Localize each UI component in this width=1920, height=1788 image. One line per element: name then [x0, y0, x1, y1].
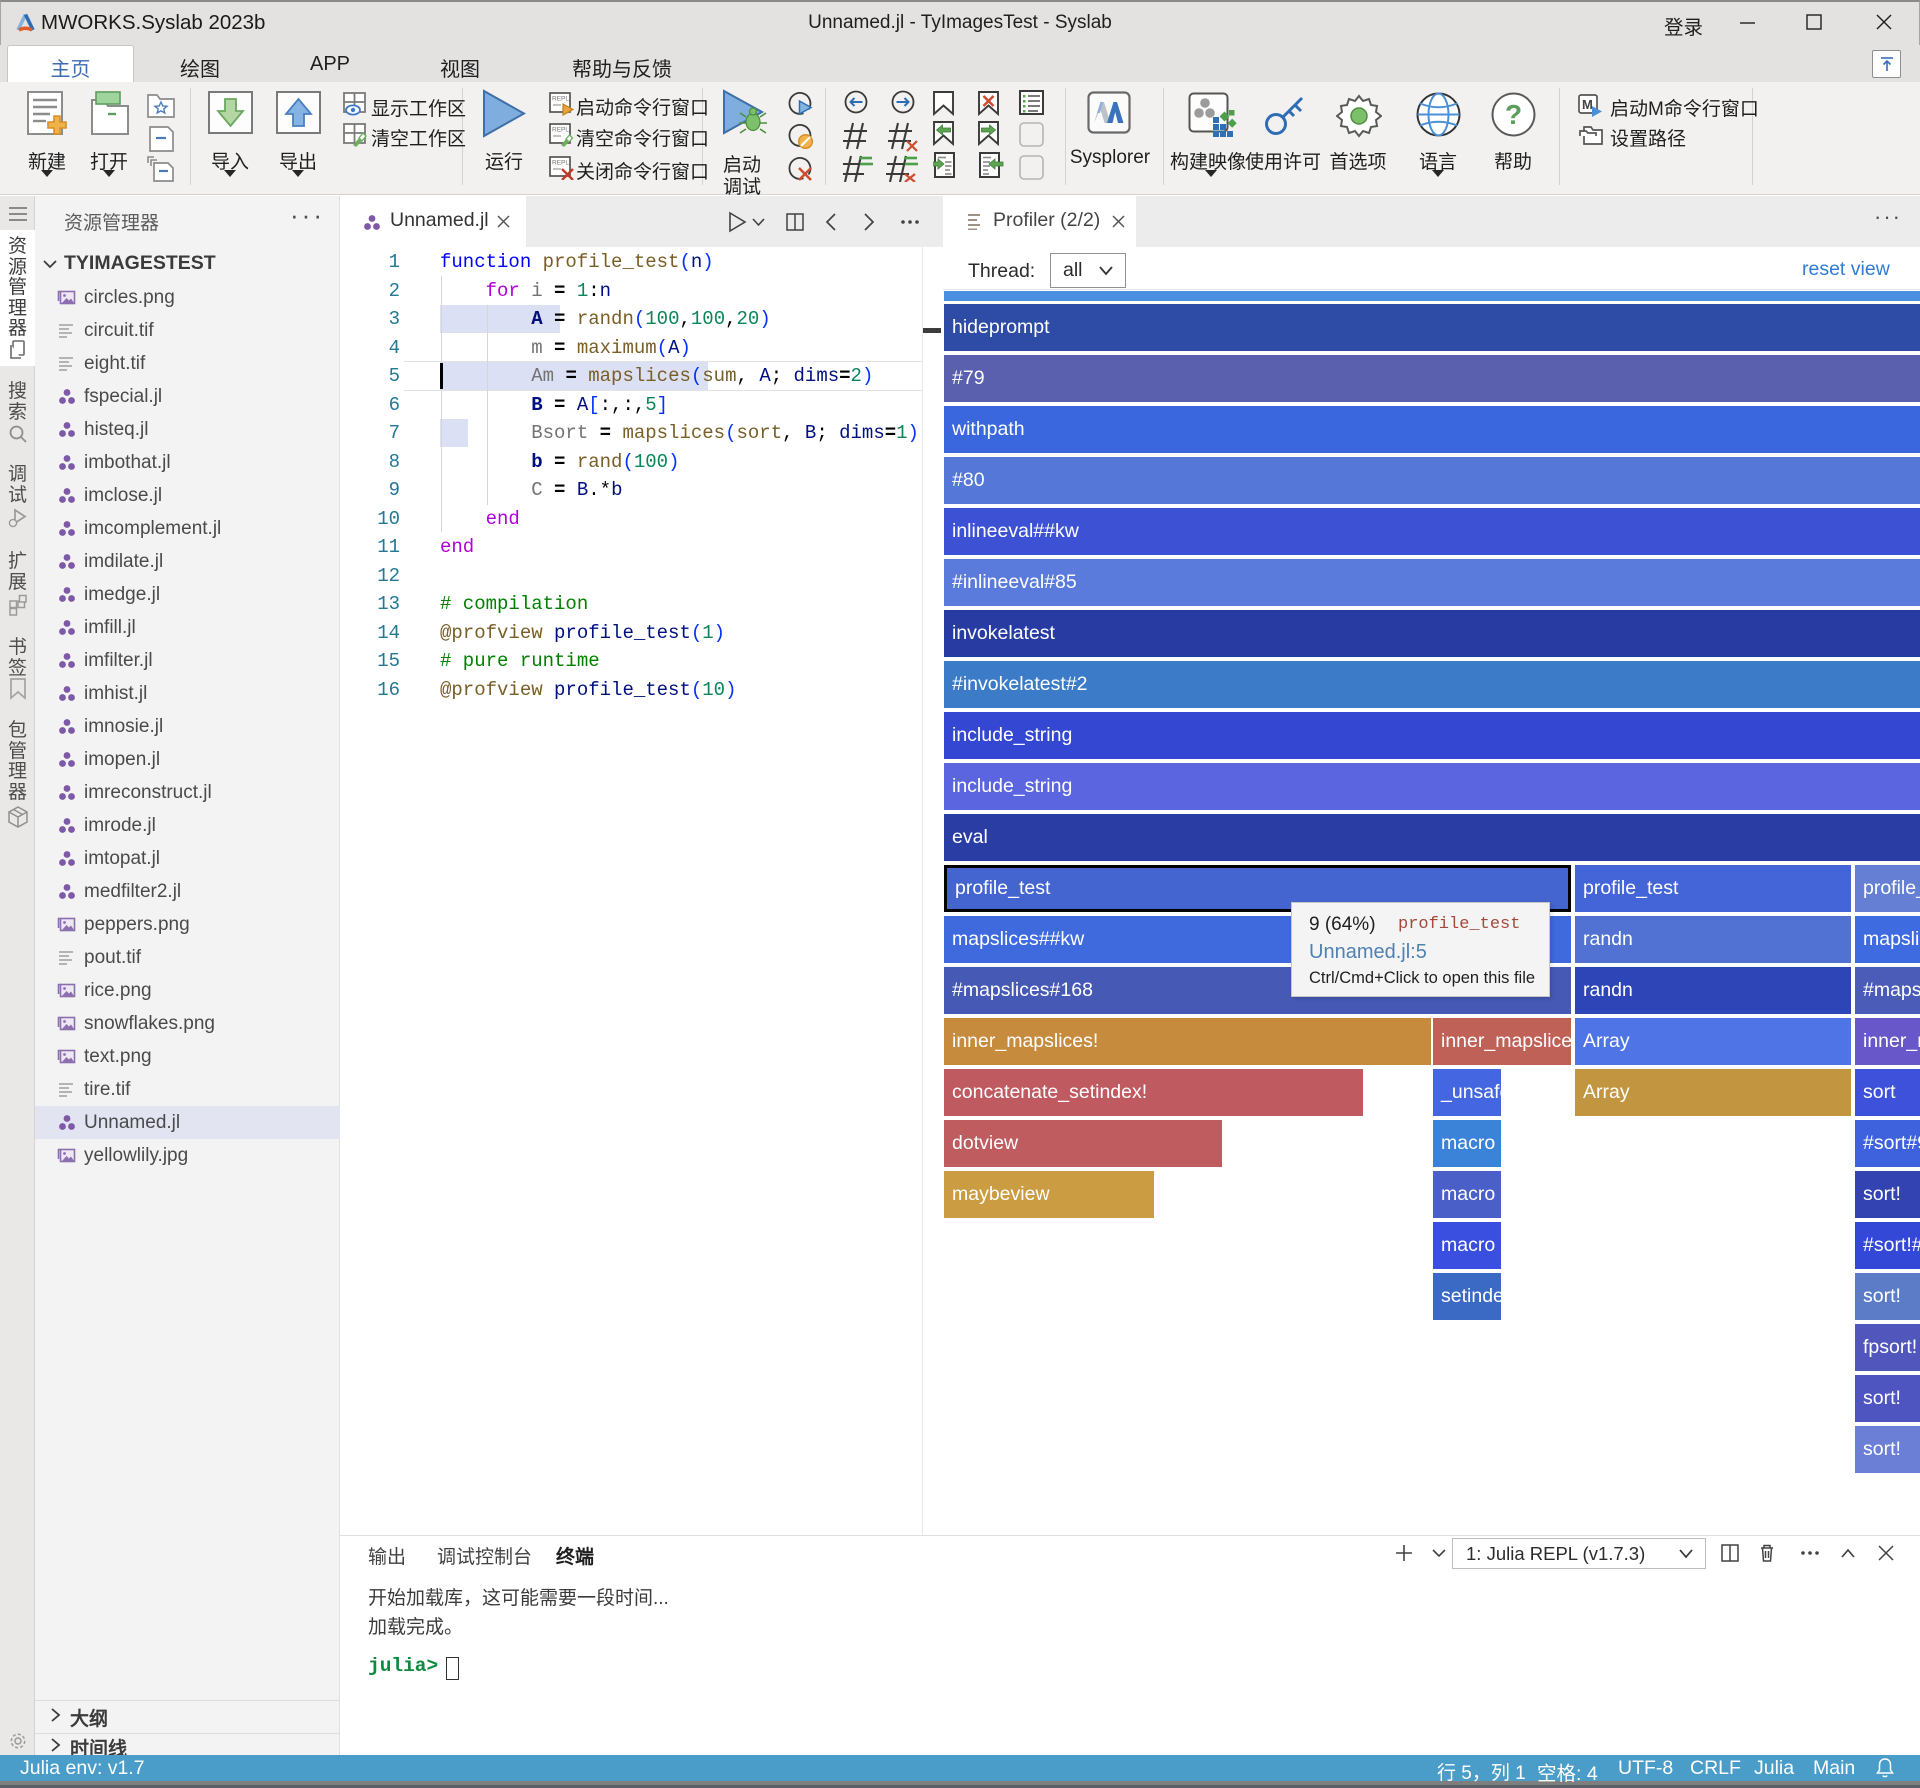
svg-text:REPL: REPL — [552, 160, 569, 167]
svg-text:REPL: REPL — [552, 96, 569, 103]
svg-text:M: M — [1582, 97, 1593, 112]
svg-text:REPL: REPL — [552, 127, 569, 134]
svg-text:?: ? — [1505, 99, 1522, 130]
